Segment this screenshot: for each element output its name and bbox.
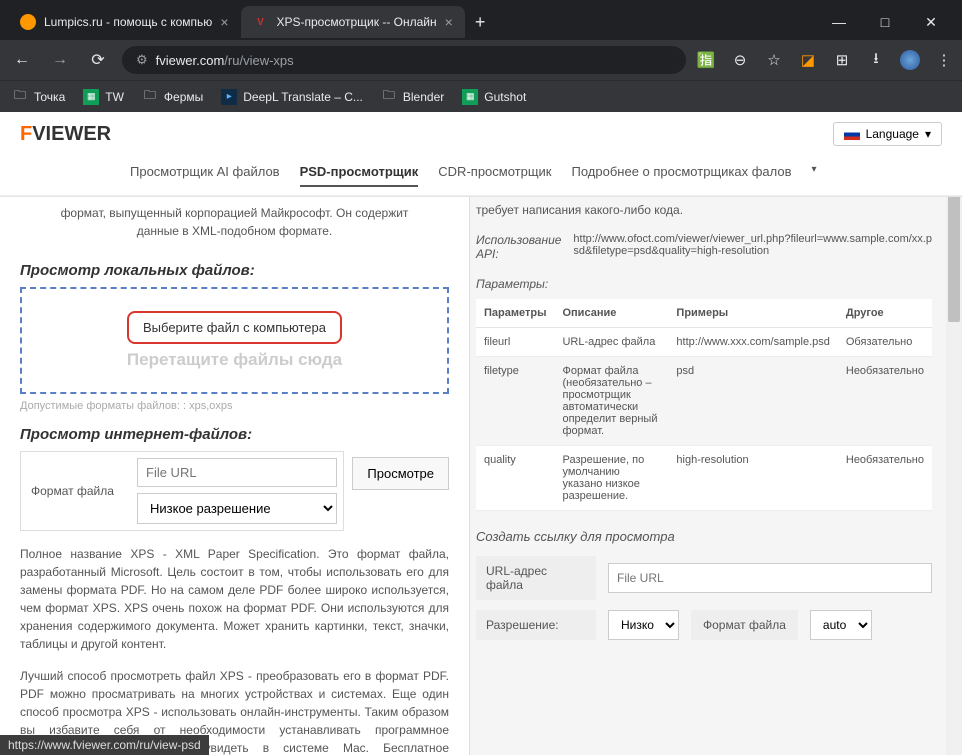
params-table: Параметры Описание Примеры Другое fileur… <box>476 299 932 511</box>
language-button[interactable]: Language ▾ <box>833 122 942 146</box>
url-path: /ru/view-xps <box>224 53 293 68</box>
extensions-puzzle-icon[interactable]: ⊞ <box>832 50 852 70</box>
resolution-select[interactable]: Низкое разрешение <box>137 493 337 524</box>
bookmark-fermy[interactable]: 🗀Фермы <box>142 89 203 105</box>
tab-close-1[interactable]: × <box>220 14 228 30</box>
bookmark-bar: 🗀Точка ▦TW 🗀Фермы ▸DeepL Translate – C..… <box>0 80 962 112</box>
site-settings-icon[interactable]: ⚙ <box>136 52 148 68</box>
table-row: filetypeФормат файла (необязательно – пр… <box>476 356 932 445</box>
site-nav: Просмотрщик AI файлов PSD-просмотрщик CD… <box>0 156 962 196</box>
api-usage-label: Использование API: <box>476 233 561 261</box>
file-dropzone[interactable]: Выберите файл с компьютера Перетащите фа… <box>20 287 449 394</box>
downloads-icon[interactable]: ⭳ <box>866 50 886 70</box>
view-button[interactable]: Просмотре <box>352 457 449 490</box>
bookmark-deepl[interactable]: ▸DeepL Translate – C... <box>221 89 363 105</box>
th-desc: Описание <box>554 299 668 328</box>
right-top-fragment: требует написания какого-либо кода. <box>476 196 932 225</box>
drag-hint: Перетащите файлы сюда <box>42 350 427 370</box>
table-row: qualityРазрешение, по умолчанию указано … <box>476 445 932 510</box>
th-example: Примеры <box>668 299 837 328</box>
extension-icon[interactable]: ◪ <box>798 50 818 70</box>
folder-icon: 🗀 <box>142 89 158 105</box>
tab-title-1: Lumpics.ru - помощь с компью <box>44 15 212 29</box>
resolution-label: Разрешение: <box>476 610 596 640</box>
th-other: Другое <box>838 299 932 328</box>
maximize-button[interactable]: □ <box>862 6 908 38</box>
reload-button[interactable]: ⟳ <box>84 46 112 74</box>
nav-more-viewers[interactable]: Подробнее о просмотрщиках фалов <box>572 164 792 187</box>
tab-title-2: XPS-просмотрщик -- Онлайн <box>277 15 437 29</box>
folder-icon: 🗀 <box>381 89 397 105</box>
create-link-url-input[interactable] <box>608 563 932 593</box>
allowed-formats: Допустимые форматы файлов: : xps,oxps <box>20 400 449 412</box>
table-row: fileurlURL-адрес файлаhttp://www.xxx.com… <box>476 327 932 356</box>
new-tab-button[interactable]: + <box>465 12 496 33</box>
choose-file-button[interactable]: Выберите файл с компьютера <box>127 311 342 344</box>
main-right-column: требует написания какого-либо кода. Испо… <box>470 196 946 755</box>
bookmark-gutshot[interactable]: ▦Gutshot <box>462 89 526 105</box>
format-label: Формат файла <box>691 610 798 640</box>
create-link-title: Создать ссылку для просмотра <box>476 511 932 556</box>
bookmark-tw[interactable]: ▦TW <box>83 89 124 105</box>
close-window-button[interactable]: ✕ <box>908 6 954 38</box>
url-input[interactable]: ⚙ fviewer.com/ru/view-xps <box>122 46 686 74</box>
page-scrollbar[interactable] <box>946 112 962 755</box>
window-controls: ― □ ✕ <box>816 6 954 38</box>
chevron-down-icon: ▾ <box>925 127 931 141</box>
bookmark-blender[interactable]: 🗀Blender <box>381 89 444 105</box>
th-param: Параметры <box>476 299 554 328</box>
bookmark-star-icon[interactable]: ☆ <box>764 50 784 70</box>
profile-avatar[interactable] <box>900 50 920 70</box>
menu-icon[interactable]: ⋮ <box>934 50 954 70</box>
forward-button[interactable]: → <box>46 46 74 74</box>
address-bar: ← → ⟳ ⚙ fviewer.com/ru/view-xps 🈯 ⊖ ☆ ◪ … <box>0 40 962 80</box>
sheet-icon: ▦ <box>462 89 478 105</box>
chevron-down-icon: ▾ <box>812 164 817 187</box>
nav-psd-viewer[interactable]: PSD-просмотрщик <box>300 164 419 187</box>
params-title: Параметры: <box>476 269 932 299</box>
zoom-icon[interactable]: ⊖ <box>730 50 750 70</box>
tab-favicon-2: V <box>253 14 269 30</box>
site-logo[interactable]: FVIEWER <box>20 123 111 146</box>
site-header: FVIEWER Language ▾ <box>0 112 962 156</box>
url-field-label: URL-адрес файла <box>476 556 596 600</box>
status-bar: https://www.fviewer.com/ru/view-psd <box>0 735 209 755</box>
browser-tab-2[interactable]: V XPS-просмотрщик -- Онлайн × <box>241 6 465 38</box>
back-button[interactable]: ← <box>8 46 36 74</box>
local-files-title: Просмотр локальных файлов: <box>20 262 449 279</box>
create-link-format-select[interactable]: auto <box>810 610 872 640</box>
sheet-icon: ▦ <box>83 89 99 105</box>
nav-ai-viewer[interactable]: Просмотрщик AI файлов <box>130 164 280 187</box>
deepl-icon: ▸ <box>221 89 237 105</box>
url-host: fviewer.com <box>156 53 225 68</box>
file-format-label: Формат файла <box>21 484 131 498</box>
file-url-input[interactable] <box>137 458 337 487</box>
api-usage-url: http://www.ofoct.com/viewer/viewer_url.p… <box>573 233 932 261</box>
flag-ru-icon <box>844 129 860 140</box>
browser-tab-1[interactable]: Lumpics.ru - помощь с компью × <box>8 6 241 38</box>
bookmark-tochka[interactable]: 🗀Точка <box>12 89 65 105</box>
internet-files-title: Просмотр интернет-файлов: <box>20 426 449 443</box>
folder-icon: 🗀 <box>12 89 28 105</box>
create-link-resolution-select[interactable]: Низко <box>608 610 679 640</box>
main-left-column: формат, выпущенный корпорацией Майкрософ… <box>0 196 470 755</box>
intro-text: формат, выпущенный корпорацией Майкрософ… <box>20 196 449 248</box>
tab-favicon-1 <box>20 14 36 30</box>
tab-bar: Lumpics.ru - помощь с компью × V XPS-про… <box>0 0 962 40</box>
description-para-1: Полное название XPS - XML Paper Specific… <box>20 545 449 653</box>
minimize-button[interactable]: ― <box>816 6 862 38</box>
nav-cdr-viewer[interactable]: CDR-просмотрщик <box>438 164 551 187</box>
translate-icon[interactable]: 🈯 <box>696 50 716 70</box>
tab-close-2[interactable]: × <box>445 14 453 30</box>
